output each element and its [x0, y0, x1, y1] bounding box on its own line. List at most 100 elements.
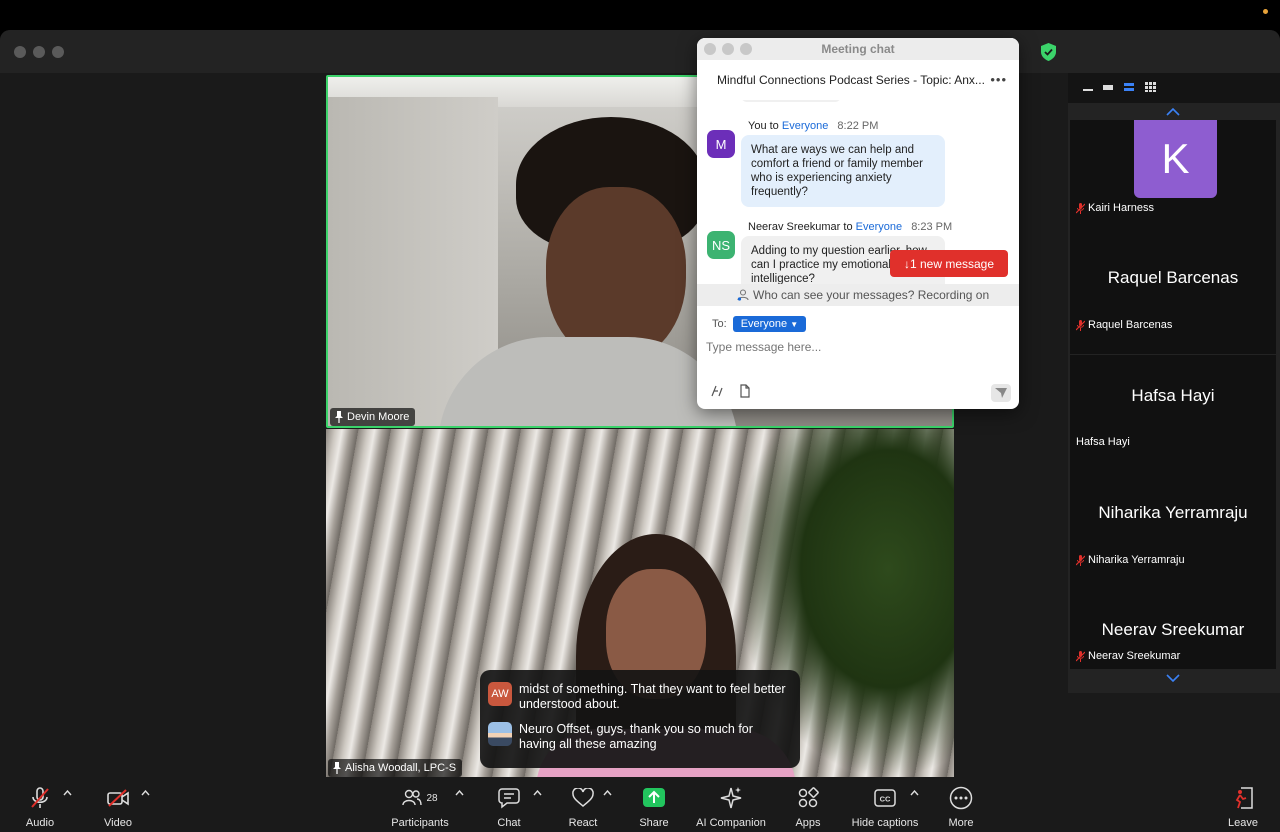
- recipient-row: To: Everyone ▼: [712, 316, 807, 332]
- who-can-see-text: Who can see your messages? Recording on: [753, 288, 990, 302]
- more-button[interactable]: More: [945, 785, 977, 829]
- apps-label: Apps: [795, 817, 821, 829]
- send-button[interactable]: [991, 384, 1011, 402]
- chevron-down-icon[interactable]: [1166, 674, 1180, 682]
- participant-tile[interactable]: Neerav Sreekumar Neerav Sreekumar: [1070, 589, 1276, 669]
- video-off-icon: [107, 789, 129, 807]
- ai-companion-button[interactable]: AI Companion: [696, 785, 766, 829]
- previous-message-bubble: [741, 100, 841, 102]
- minimize-window-button[interactable]: [33, 46, 45, 58]
- participants-caret-icon[interactable]: [455, 790, 464, 796]
- participant-label: Raquel Barcenas: [1076, 319, 1172, 331]
- video-name-text: Alisha Woodall, LPC-S: [345, 762, 457, 774]
- participant-name: Raquel Barcenas: [1088, 319, 1173, 331]
- chevron-up-icon[interactable]: [1166, 108, 1180, 116]
- chat-message-header: You to Everyone 8:22 PM: [748, 120, 878, 132]
- meeting-toolbar: Audio Video 28 Participants Chat React S…: [0, 777, 1280, 832]
- leave-button[interactable]: Leave: [1228, 785, 1258, 829]
- svg-text:CC: CC: [880, 795, 891, 804]
- gallery-view-icon[interactable]: [1144, 82, 1156, 92]
- to-label: To:: [712, 318, 727, 330]
- pin-icon: [335, 411, 343, 423]
- participant-display-name: Raquel Barcenas: [1107, 268, 1239, 287]
- chat-message-input[interactable]: [706, 340, 1006, 354]
- status-dot: [1263, 9, 1268, 14]
- participants-icon: [402, 789, 423, 806]
- video-label: Video: [104, 817, 132, 829]
- more-icon: [949, 786, 973, 810]
- chat-more-button[interactable]: •••: [990, 72, 1007, 87]
- sparkle-icon: [720, 787, 742, 809]
- send-icon: [995, 388, 1007, 398]
- participant-tile[interactable]: Hafsa Hayi Hafsa Hayi: [1070, 355, 1276, 472]
- video-name-text: Devin Moore: [347, 411, 410, 423]
- closed-captions-icon: CC: [874, 789, 896, 807]
- participants-button[interactable]: 28 Participants: [389, 785, 451, 829]
- participant-display-name: Hafsa Hayi: [1131, 386, 1215, 405]
- chat-caret-icon[interactable]: [533, 790, 542, 796]
- title-bar: [0, 30, 1280, 73]
- minimize-view-icon[interactable]: [1082, 82, 1094, 92]
- mic-muted-icon: [31, 787, 49, 808]
- participant-tile[interactable]: K Kairi Harness: [1070, 120, 1276, 237]
- share-icon: [643, 788, 665, 807]
- share-label: Share: [639, 817, 669, 829]
- chat-tools: [710, 384, 752, 398]
- participant-label: Hafsa Hayi: [1076, 436, 1130, 448]
- strip-view-icon[interactable]: [1123, 82, 1135, 92]
- chat-minimize-button[interactable]: [722, 43, 734, 55]
- participant-side-panel[interactable]: K Kairi Harness Raquel Barcenas Raquel B…: [1068, 73, 1280, 693]
- message-time: 8:22 PM: [837, 120, 879, 132]
- captions-caret-icon[interactable]: [910, 790, 919, 796]
- video-name-label: Devin Moore: [330, 408, 416, 426]
- muted-mic-icon: [1076, 202, 1085, 214]
- chat-avatar: NS: [707, 231, 735, 259]
- participant-name: Neerav Sreekumar: [1088, 650, 1181, 662]
- participant-name: Niharika Yerramraju: [1088, 554, 1185, 566]
- recipient-dropdown[interactable]: Everyone ▼: [732, 316, 807, 332]
- participant-name: Kairi Harness: [1088, 202, 1155, 214]
- file-icon[interactable]: [738, 384, 752, 398]
- participants-label: Participants: [391, 817, 449, 829]
- chat-title-bar[interactable]: Meeting chat: [697, 38, 1019, 60]
- chat-button[interactable]: Chat: [494, 785, 524, 829]
- muted-mic-icon: [1076, 554, 1085, 566]
- chat-zoom-button[interactable]: [740, 43, 752, 55]
- caption-text: Neuro Offset, guys, thank you so much fo…: [519, 722, 753, 751]
- person-icon: [737, 289, 749, 301]
- caption-line: Neuro Offset, guys, thank you so much fo…: [488, 722, 792, 752]
- caption-line: AW midst of something. That they want to…: [488, 682, 792, 712]
- chat-close-button[interactable]: [704, 43, 716, 55]
- apps-button[interactable]: Apps: [793, 785, 823, 829]
- video-options-caret-icon[interactable]: [141, 790, 150, 796]
- meeting-chat-window[interactable]: Meeting chat Mindful Connections Podcast…: [697, 38, 1019, 409]
- react-caret-icon[interactable]: [603, 790, 612, 796]
- shield-icon[interactable]: [1040, 43, 1057, 61]
- message-recipient[interactable]: Everyone: [856, 221, 902, 233]
- video-button[interactable]: Video: [103, 785, 133, 829]
- zoom-window: Devin Moore Alisha Woodall, LPC-S AW mid…: [0, 30, 1280, 832]
- single-view-icon[interactable]: [1102, 82, 1114, 92]
- chat-topic: Mindful Connections Podcast Series - Top…: [697, 60, 1019, 100]
- who-can-see-bar[interactable]: Who can see your messages? Recording on: [697, 284, 1019, 306]
- chat-avatar: M: [707, 130, 735, 158]
- audio-options-caret-icon[interactable]: [63, 790, 72, 796]
- share-button[interactable]: Share: [637, 785, 671, 829]
- caret-down-icon: ▼: [790, 320, 799, 329]
- participant-label: Neerav Sreekumar: [1076, 650, 1180, 662]
- audio-button[interactable]: Audio: [24, 785, 56, 829]
- format-text-icon[interactable]: [710, 384, 724, 398]
- chat-label: Chat: [497, 817, 521, 829]
- message-recipient[interactable]: Everyone: [782, 120, 828, 132]
- participants-count: 28: [426, 792, 438, 804]
- react-button[interactable]: React: [566, 785, 600, 829]
- system-menubar: [0, 0, 1280, 30]
- participant-tile[interactable]: Niharika Yerramraju Niharika Yerramraju: [1070, 472, 1276, 589]
- close-window-button[interactable]: [14, 46, 26, 58]
- chat-message-header: Neerav Sreekumar to Everyone 8:23 PM: [748, 221, 952, 233]
- participant-tile[interactable]: Raquel Barcenas Raquel Barcenas: [1070, 237, 1276, 354]
- new-message-button[interactable]: ↓1 new message: [890, 250, 1008, 277]
- zoom-window-button[interactable]: [52, 46, 64, 58]
- chat-topic-text: Mindful Connections Podcast Series - Top…: [717, 73, 985, 87]
- chat-window-title: Meeting chat: [821, 42, 895, 56]
